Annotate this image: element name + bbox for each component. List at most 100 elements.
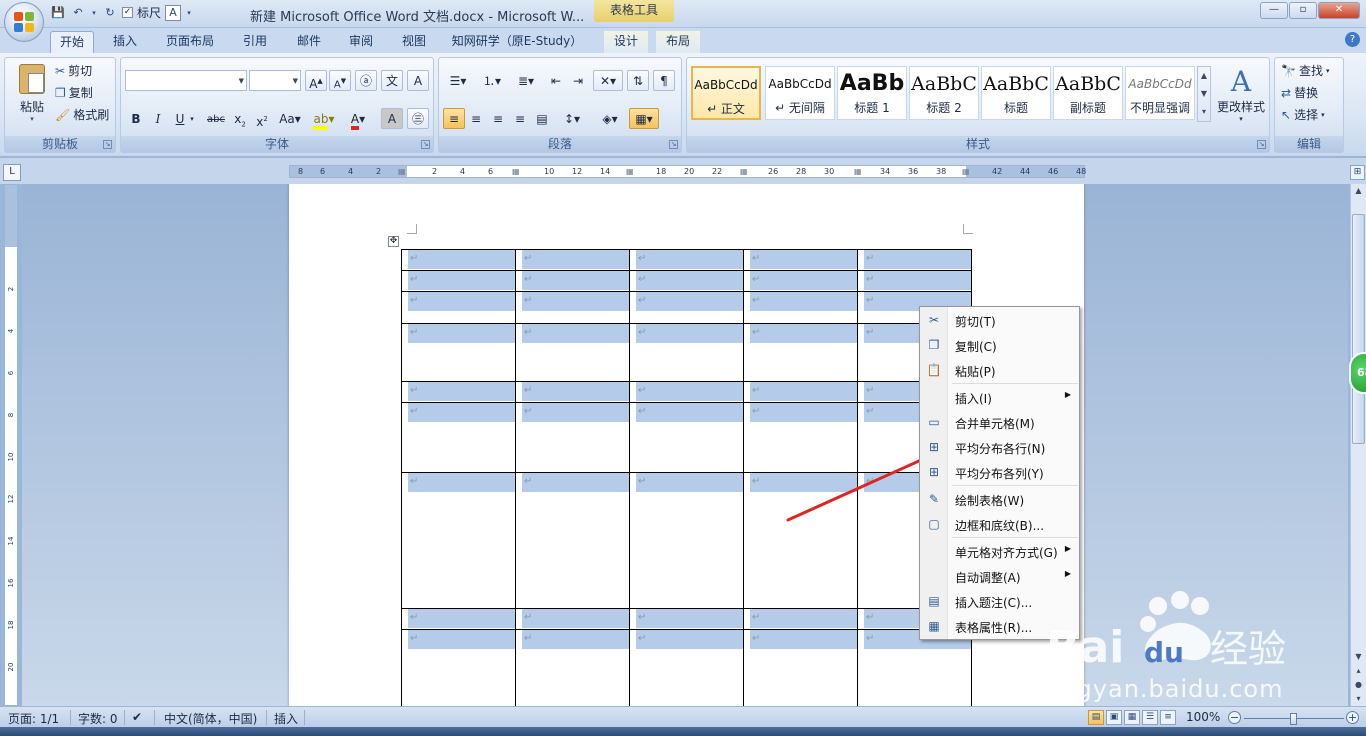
char-border-icon[interactable]: A xyxy=(407,70,429,91)
tab-view[interactable]: 视图 xyxy=(393,31,435,53)
context-menu-item[interactable]: ▭ 合并单元格(M) xyxy=(921,411,1079,434)
horizontal-ruler[interactable]: 8 6 4 2 2 4 6 10 12 14 18 20 22 26 28 30 34 36 38 42 44 46 48 ▦… xyxy=(289,165,1086,178)
zoom-slider-thumb[interactable] xyxy=(1290,713,1297,725)
draft-view-icon[interactable]: ≡ xyxy=(1160,710,1176,725)
increase-indent-icon[interactable]: ⇥ xyxy=(567,70,589,91)
vertical-scrollbar[interactable]: ▲ ▼ ▴ ● ▾ xyxy=(1350,184,1366,706)
style-item-subtitle[interactable]: AaBbC 副标题 xyxy=(1053,66,1123,120)
table-cell[interactable]: ↵ xyxy=(629,291,744,324)
zoom-in-icon[interactable]: + xyxy=(1346,711,1359,724)
ruler-column-marker[interactable]: ▦ xyxy=(854,166,862,177)
table-row[interactable]: ↵ ↵ ↵ ↵ ↵ xyxy=(401,323,972,382)
table-cell[interactable]: ↵ xyxy=(401,629,516,706)
view-ruler-icon[interactable]: ⊞ xyxy=(1350,165,1365,180)
table-row[interactable]: ↵ ↵ ↵ ↵ ↵ xyxy=(401,270,972,292)
context-menu-item[interactable]: ✎ 绘制表格(W) xyxy=(921,488,1079,511)
font-size-combo[interactable]: ▼ xyxy=(249,70,301,91)
style-item-subtle-emphasis[interactable]: AaBbCcDd 不明显强调 xyxy=(1125,66,1195,120)
table-cell[interactable]: ↵ xyxy=(629,608,744,630)
tab-table-design[interactable]: 设计 xyxy=(604,31,648,53)
shrink-font-icon[interactable]: A▼ xyxy=(329,70,351,91)
context-menu-item[interactable]: 自动调整(A) ▶ xyxy=(921,565,1079,588)
style-item-heading-1[interactable]: AaBb 标题 1 xyxy=(837,66,907,120)
clear-format-icon[interactable]: ⓐ xyxy=(355,70,377,91)
proofing-icon[interactable]: ✔ xyxy=(132,710,142,724)
table-cell[interactable]: ↵ xyxy=(401,608,516,630)
superscript-icon[interactable]: x2 xyxy=(251,108,273,129)
decrease-indent-icon[interactable]: ⇤ xyxy=(545,70,567,91)
context-menu-item[interactable]: ⊞ 平均分布各行(N) xyxy=(921,436,1079,459)
side-floating-badge[interactable]: 68 xyxy=(1349,352,1366,394)
scroll-down-icon[interactable]: ▼ xyxy=(1352,650,1365,664)
clipboard-launcher-icon[interactable]: ↘ xyxy=(103,140,112,149)
chevron-down-icon[interactable]: ▾ xyxy=(187,108,197,129)
language-indicator[interactable]: 中文(简体，中国) xyxy=(164,710,257,727)
table-cell[interactable]: ↵ xyxy=(743,249,858,271)
table-cell[interactable]: ↵ xyxy=(629,472,744,609)
browse-object-icon[interactable]: ● xyxy=(1352,678,1365,692)
previous-page-icon[interactable]: ▴ xyxy=(1352,664,1365,678)
vertical-ruler[interactable]: 2 4 6 8 10 12 14 16 18 20 xyxy=(4,184,18,706)
table-cell[interactable]: ↵ xyxy=(857,249,972,271)
table-cell[interactable]: ↵ xyxy=(743,629,858,706)
table-row[interactable]: ↵ ↵ ↵ ↵ ↵ xyxy=(401,291,972,324)
close-button[interactable]: ✕ xyxy=(1318,2,1360,19)
table-cell[interactable]: ↵ xyxy=(743,270,858,292)
context-menu-item[interactable]: 📋 粘贴(P) xyxy=(921,359,1079,382)
table-cell[interactable]: ↵ xyxy=(857,270,972,292)
table-cell[interactable]: ↵ xyxy=(743,323,858,382)
zoom-level[interactable]: 100% xyxy=(1186,710,1220,724)
ruler-column-marker[interactable]: ▦ xyxy=(740,166,748,177)
table-cell[interactable]: ↵ xyxy=(629,629,744,706)
table-cell[interactable]: ↵ xyxy=(629,402,744,473)
page-count[interactable]: 页面: 1/1 xyxy=(8,710,59,727)
context-menu-item[interactable]: ⊞ 平均分布各列(Y) xyxy=(921,461,1079,484)
tab-table-layout[interactable]: 布局 xyxy=(656,31,700,53)
table-cell[interactable]: ↵ xyxy=(857,629,972,706)
italic-icon[interactable]: I xyxy=(147,108,169,129)
office-button[interactable] xyxy=(4,2,44,42)
table-cell[interactable]: ↵ xyxy=(401,249,516,271)
tab-references[interactable]: 引用 xyxy=(234,31,276,53)
distributed-icon[interactable]: ▤ xyxy=(531,108,553,129)
cut-button[interactable]: ✂ 剪切 xyxy=(55,62,92,79)
table-cell[interactable]: ↵ xyxy=(743,381,858,403)
table-cell[interactable]: ↵ xyxy=(515,381,630,403)
replace-button[interactable]: ⇄ 替换 xyxy=(1281,84,1318,101)
ruler-column-marker[interactable]: ▦ xyxy=(962,166,970,177)
select-button[interactable]: ↖ 选择 ▾ xyxy=(1281,106,1325,123)
change-case-icon[interactable]: Aa▾ xyxy=(275,108,305,129)
table-cell[interactable]: ↵ xyxy=(401,402,516,473)
table-move-handle-icon[interactable]: ✥ xyxy=(388,236,399,247)
table-cell[interactable]: ↵ xyxy=(401,291,516,324)
table-row[interactable]: ↵ ↵ ↵ ↵ ↵ xyxy=(401,629,972,706)
table-cell[interactable]: ↵ xyxy=(629,323,744,382)
font-name-combo[interactable]: ▼ xyxy=(125,70,247,91)
ruler-column-marker[interactable]: ▦ xyxy=(626,166,634,177)
styles-launcher-icon[interactable]: ↘ xyxy=(1257,140,1266,149)
next-page-icon[interactable]: ▾ xyxy=(1352,692,1365,706)
zoom-out-icon[interactable]: − xyxy=(1228,711,1241,724)
help-icon[interactable]: ? xyxy=(1345,32,1360,47)
style-item-heading-2[interactable]: AaBbC 标题 2 xyxy=(909,66,979,120)
borders-icon[interactable]: ▦▾ xyxy=(629,108,659,129)
table-cell[interactable]: ↵ xyxy=(515,323,630,382)
ruler-column-marker[interactable]: ▦ xyxy=(398,166,406,177)
tab-insert[interactable]: 插入 xyxy=(104,31,146,53)
table-cell[interactable]: ↵ xyxy=(629,249,744,271)
table-cell[interactable]: ↵ xyxy=(401,381,516,403)
web-layout-view-icon[interactable]: ▦ xyxy=(1124,710,1140,725)
table-cell[interactable]: ↵ xyxy=(515,270,630,292)
scrollbar-thumb[interactable] xyxy=(1352,214,1365,444)
tab-cnki-estudy[interactable]: 知网研学（原E-Study） xyxy=(446,31,588,53)
table-row[interactable]: ↵ ↵ ↵ ↵ ↵ xyxy=(401,608,972,630)
table-cell[interactable]: ↵ xyxy=(515,249,630,271)
table-row[interactable]: ↵ ↵ ↵ ↵ ↵ xyxy=(401,381,972,403)
tab-page-layout[interactable]: 页面布局 xyxy=(158,31,222,53)
table-cell[interactable]: ↵ xyxy=(401,472,516,609)
tab-review[interactable]: 审阅 xyxy=(340,31,382,53)
dropdown-icon[interactable]: ▾ xyxy=(90,5,98,21)
style-item-no-spacing[interactable]: AaBbCcDd ↵ 无间隔 xyxy=(765,66,835,120)
change-styles-button[interactable]: A 更改样式 ▾ xyxy=(1213,66,1269,128)
subscript-icon[interactable]: x2 xyxy=(229,108,251,129)
